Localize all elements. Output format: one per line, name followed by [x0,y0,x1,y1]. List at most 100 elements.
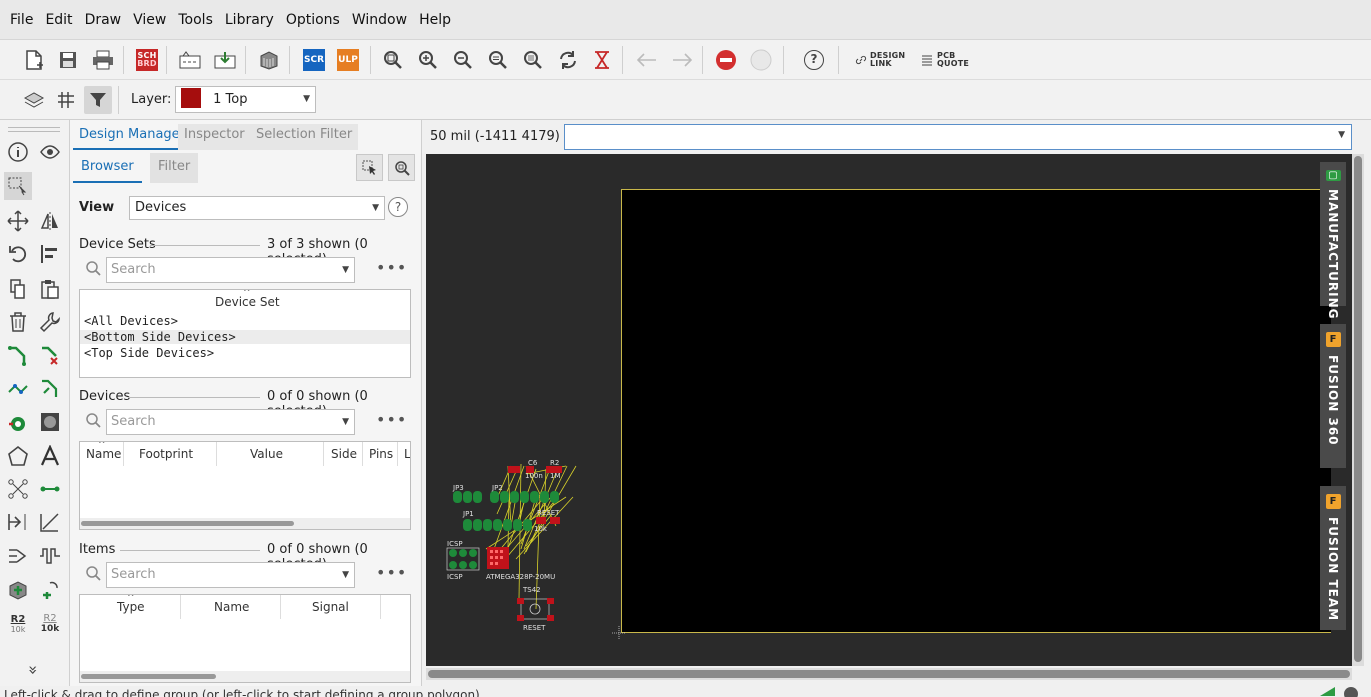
scroll-thumb[interactable] [428,670,1350,678]
items-search-input[interactable]: Search ▼ [106,562,355,588]
zoom-previous-icon[interactable] [484,46,512,74]
line-icon[interactable] [36,508,64,536]
command-line-input[interactable]: ▼ [564,124,1352,150]
menu-options[interactable]: Options [280,12,346,28]
ulp-button[interactable]: ULP [334,46,362,74]
wrench-icon[interactable] [36,308,64,336]
menu-draw[interactable]: Draw [79,12,128,28]
redraw-icon[interactable] [554,46,582,74]
subtab-filter[interactable]: Filter [150,153,199,183]
column-header-value[interactable]: Value [250,447,283,461]
grid-icon[interactable] [52,86,80,114]
pad-icon[interactable] [36,408,64,436]
mirror-icon[interactable] [36,207,64,235]
tab-selection-filter[interactable]: Selection Filter [250,124,359,150]
select-in-canvas-button[interactable] [356,154,383,181]
menu-edit[interactable]: Edit [39,12,78,28]
zoom-to-selection-button[interactable] [388,154,415,181]
export-icon[interactable] [211,46,239,74]
menu-library[interactable]: Library [219,12,280,28]
list-item[interactable]: <All Devices> [84,314,178,328]
replace-icon[interactable] [36,575,64,603]
zoom-fit-icon[interactable] [379,46,407,74]
list-item[interactable]: <Bottom Side Devices> [80,330,410,344]
items-hscroll[interactable] [80,671,410,682]
go-icon[interactable] [747,46,775,74]
filter-icon[interactable] [84,86,112,114]
cam-processor-icon[interactable] [176,46,204,74]
help-icon[interactable]: ? [800,46,828,74]
scroll-thumb[interactable] [81,521,294,526]
signal-icon[interactable] [4,475,32,503]
zoom-select-icon[interactable] [519,46,547,74]
meander-icon[interactable] [36,542,64,570]
column-header-name[interactable]: Name [86,447,121,461]
side-tab-manufacturing[interactable]: ▢ MANUFACTURING [1320,162,1346,319]
column-header-side[interactable]: Side [331,447,357,461]
column-header-pins[interactable]: Pins [369,447,393,461]
view-select[interactable]: Devices ▼ [129,196,385,220]
column-header-name[interactable]: Name [214,600,249,614]
autorouter-icon[interactable] [4,375,32,403]
device-sets-search-input[interactable]: Search ▼ [106,257,355,283]
menu-file[interactable]: File [4,12,39,28]
view-help-icon[interactable]: ? [388,197,408,217]
smash-icon[interactable]: R2 10k [36,610,64,638]
canvas-hscroll[interactable] [426,668,1352,680]
layer-select[interactable]: 1 Top ▼ [175,86,316,113]
canvas-vscroll[interactable] [1352,154,1364,666]
zoom-in-icon[interactable] [414,46,442,74]
layers-icon[interactable] [20,86,48,114]
rotate-icon[interactable] [4,240,32,268]
scroll-thumb[interactable] [1354,156,1362,662]
column-header-l[interactable]: L [404,447,410,461]
info-status-icon[interactable] [1344,686,1358,697]
devices-more-icon[interactable]: ••• [376,410,407,429]
more-tools-icon[interactable]: » [20,656,48,684]
subtab-browser[interactable]: Browser [73,153,142,183]
list-item[interactable]: <Top Side Devices> [84,346,214,360]
move-icon[interactable] [4,207,32,235]
new-file-icon[interactable] [20,46,48,74]
devices-search-input[interactable]: Search ▼ [106,409,355,435]
device-set-column-header[interactable]: Device Set [215,295,280,309]
menu-view[interactable]: View [127,12,172,28]
copy-icon[interactable] [4,275,32,303]
device-sets-more-icon[interactable]: ••• [376,258,407,277]
items-more-icon[interactable]: ••• [376,563,407,582]
redo-icon[interactable] [668,46,696,74]
tab-inspector[interactable]: Inspector [178,124,251,150]
fanout-icon[interactable] [36,375,64,403]
swap-icon[interactable] [4,508,32,536]
value-icon[interactable]: R2 10k [4,610,32,638]
column-header-type[interactable]: Type [117,600,145,614]
pcb-quote-button[interactable]: PCB QUOTE [921,46,975,74]
stop-icon[interactable] [712,46,740,74]
menu-tools[interactable]: Tools [172,12,219,28]
sch-brd-switch-icon[interactable]: SCH BRD [133,46,161,74]
text-icon[interactable] [36,442,64,470]
devices-hscroll[interactable] [80,518,410,529]
menu-window[interactable]: Window [346,12,413,28]
paste-icon[interactable] [36,275,64,303]
tab-design-manager[interactable]: Design Manager [73,124,191,150]
script-button[interactable]: SCR [300,46,328,74]
scroll-thumb[interactable] [81,674,216,679]
column-header-footprint[interactable]: Footprint [139,447,193,461]
ripup-icon[interactable] [36,342,64,370]
wire-icon[interactable] [36,475,64,503]
show-icon[interactable] [36,138,64,166]
bus-icon[interactable] [4,542,32,570]
library-icon[interactable] [255,46,283,74]
column-header-signal[interactable]: Signal [312,600,349,614]
group-select-icon[interactable] [4,172,32,200]
via-icon[interactable] [4,408,32,436]
menu-help[interactable]: Help [413,12,457,28]
design-link-button[interactable]: DESIGN LINK [855,46,909,74]
board-canvas[interactable]: C6 R2 100n 1M JP3 JP2 JP1 RESET 10k ICSP… [426,154,1352,666]
print-icon[interactable] [89,46,117,74]
undo-icon[interactable] [633,46,661,74]
side-tab-fusion-360[interactable]: F FUSION 360 [1320,324,1346,468]
drc-ok-icon[interactable] [1318,686,1338,697]
save-icon[interactable] [54,46,82,74]
